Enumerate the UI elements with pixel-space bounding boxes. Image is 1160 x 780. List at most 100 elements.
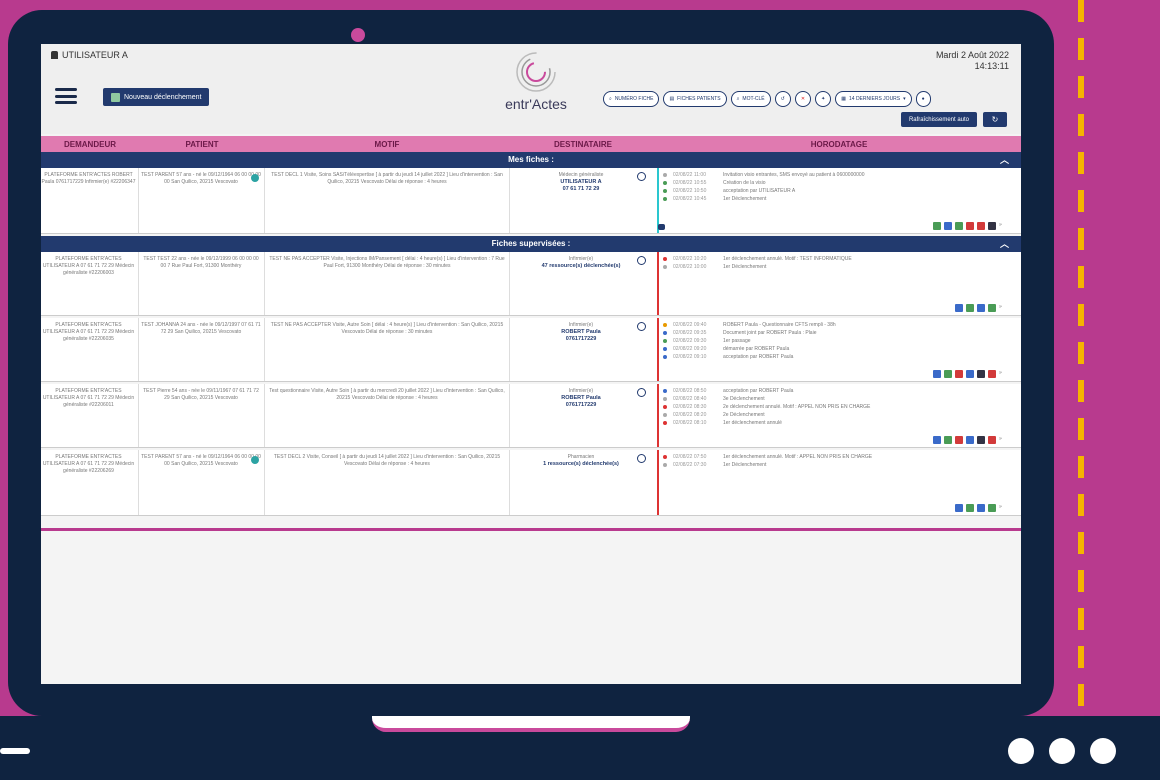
history-button[interactable]: ↺ <box>774 91 791 107</box>
row-demandeur: PLATEFORME ENTR'ACTES UTILISATEUR A 07 6… <box>42 454 135 474</box>
alert-icon[interactable] <box>988 436 996 444</box>
new-trigger-button[interactable]: Nouveau déclenchement <box>103 88 210 106</box>
calendar-check-icon[interactable] <box>988 304 996 312</box>
validate-icon[interactable] <box>637 322 646 331</box>
row-horodatage: 02/08/22 10:20 1er déclenchement annulé. … <box>663 256 1013 272</box>
edit-icon[interactable] <box>955 304 963 312</box>
validate-icon[interactable] <box>637 172 646 181</box>
calendar-icon[interactable] <box>966 436 974 444</box>
chevron-up-icon[interactable]: ︿ <box>1000 152 1009 168</box>
row-motif: TEST DECL 1 Visite, Soins SAS/Téléexpert… <box>271 172 503 185</box>
users-icon[interactable] <box>944 370 952 378</box>
users-icon[interactable] <box>955 222 963 230</box>
dot-indicator <box>1049 738 1075 764</box>
logo-icon <box>516 52 556 92</box>
search-number-button[interactable]: ⌕ NUMÉRO FICHE <box>603 91 660 107</box>
validate-icon[interactable] <box>637 454 646 463</box>
laptop-frame: UTILISATEUR A Mardi 2 Août 2022 14:13:11… <box>8 10 1054 716</box>
calendar-plus-icon <box>111 92 120 102</box>
col-horodatage: HORODATAGE <box>810 139 868 149</box>
users-icon[interactable] <box>966 504 974 512</box>
chevron-double-down-icon[interactable]: » <box>999 370 1007 378</box>
calendar-icon[interactable] <box>933 222 941 230</box>
chevron-double-down-icon[interactable]: » <box>999 504 1007 512</box>
calendar-check-icon[interactable] <box>988 504 996 512</box>
row-patient: TEST TEST 22 ans - née le 09/12/1999 06 … <box>143 256 259 269</box>
edit-icon[interactable] <box>955 504 963 512</box>
col-destinataire: DESTINATAIRE <box>554 139 612 149</box>
hamburger-menu-icon[interactable] <box>55 88 77 104</box>
calendar-clock-icon[interactable] <box>977 436 985 444</box>
table-row[interactable]: PLATEFORME ENTR'ACTES UTILISATEUR A 07 6… <box>41 252 1021 316</box>
table-row[interactable]: PLATEFORME ENTR'ACTES UTILISATEUR A 07 6… <box>41 450 1021 516</box>
calendar-remove-icon[interactable] <box>955 436 963 444</box>
row-actions: » <box>933 436 1007 444</box>
row-destinataire: Infirmier(e) 47 ressource(s) déclenchée(… <box>541 256 621 269</box>
edit-icon[interactable] <box>944 222 952 230</box>
users-icon[interactable] <box>944 436 952 444</box>
document-icon: ▤ <box>669 96 675 102</box>
refresh-icon[interactable]: ↻ <box>983 112 1007 127</box>
edit-icon[interactable] <box>933 436 941 444</box>
validate-icon[interactable] <box>637 256 646 265</box>
users-icon[interactable] <box>966 304 974 312</box>
search-icon: ⌕ <box>609 96 612 102</box>
row-demandeur: PLATEFORME ENTR'ACTES UTILISATEUR A 07 6… <box>42 256 135 276</box>
decorative-line <box>0 748 30 754</box>
user-name: UTILISATEUR A <box>62 50 128 60</box>
row-destinataire: Pharmacien 1 ressource(s) déclenchée(s) <box>543 454 619 467</box>
calendar-icon[interactable] <box>977 504 985 512</box>
row-horodatage: 02/08/22 07:50 1er déclenchement annulé. … <box>663 454 1013 470</box>
section-supervised-files[interactable]: Fiches supervisées : ︿ <box>41 236 1021 252</box>
row-horodatage: 02/08/22 08:50 acceptation par ROBERT Pau… <box>663 388 1013 428</box>
auto-refresh-button[interactable]: Rafraîchissement auto <box>900 112 977 127</box>
video-icon <box>251 174 259 182</box>
section-my-files[interactable]: Mes fiches : ︿ <box>41 152 1021 168</box>
chevron-double-down-icon[interactable]: » <box>999 222 1007 230</box>
row-actions: » <box>955 304 1007 312</box>
current-time: 14:13:11 <box>974 61 1009 71</box>
table-row[interactable]: PLATEFORME ENTR'ACTES UTILISATEUR A 07 6… <box>41 384 1021 448</box>
alert-icon[interactable] <box>988 370 996 378</box>
calendar-clock-icon[interactable] <box>977 370 985 378</box>
validate-icon[interactable] <box>637 388 646 397</box>
pin-button[interactable]: ✦ <box>815 91 832 107</box>
logo-text: entr'Actes <box>505 96 567 112</box>
row-actions: » <box>933 222 1007 230</box>
datetime: Mardi 2 Août 2022 14:13:11 <box>936 50 1009 72</box>
table-row[interactable]: PLATEFORME ENTR'ACTES ROBERT Paula 07617… <box>41 168 1021 234</box>
row-destinataire: Médecin généraliste UTILISATEUR A 07 61 … <box>558 172 604 192</box>
toolbar: ⌕ NUMÉRO FICHE ▤ FICHES PATIENTS ⌕ MOT-CLÉ … <box>603 91 931 107</box>
current-user: UTILISATEUR A <box>51 50 128 60</box>
row-actions: » <box>955 504 1007 512</box>
calendar-icon[interactable] <box>977 304 985 312</box>
chat-button[interactable]: ● <box>915 91 931 107</box>
col-demandeur: DEMANDEUR <box>64 139 116 149</box>
calendar-clock-icon[interactable] <box>988 222 996 230</box>
dot-indicator <box>1008 738 1034 764</box>
chevron-down-icon: ▾ <box>903 96 906 102</box>
row-horodatage: 02/08/22 11:00 Invitation visio entrantes… <box>663 172 1013 204</box>
user-assign-icon[interactable] <box>658 224 665 230</box>
edit-icon[interactable] <box>933 370 941 378</box>
row-patient: TEST Pierre 54 ans - née le 09/11/1967 0… <box>143 388 259 401</box>
patient-files-button[interactable]: ▤ FICHES PATIENTS <box>663 91 727 107</box>
chevron-up-icon[interactable]: ︿ <box>1000 236 1009 252</box>
dot-indicator <box>1090 738 1116 764</box>
calendar-icon[interactable] <box>966 370 974 378</box>
calendar-remove-icon[interactable] <box>966 222 974 230</box>
period-select[interactable]: ▦ 14 DERNIERS JOURS ▾ <box>835 91 912 107</box>
row-patient: TEST PARENT 57 ans - né le 09/12/1964 06… <box>141 172 261 185</box>
keyword-search-button[interactable]: ⌕ MOT-CLÉ <box>730 91 771 107</box>
chat-icon: ● <box>921 96 925 102</box>
camera-icon <box>351 28 365 42</box>
column-headers: DEMANDEUR PATIENT MOTIF DESTINATAIRE HOR… <box>41 136 1021 152</box>
col-motif: MOTIF <box>374 139 400 149</box>
row-demandeur: PLATEFORME ENTR'ACTES UTILISATEUR A 07 6… <box>42 388 135 408</box>
calendar-x-icon[interactable] <box>977 222 985 230</box>
chevron-double-down-icon[interactable]: » <box>999 436 1007 444</box>
calendar-remove-icon[interactable] <box>955 370 963 378</box>
chevron-double-down-icon[interactable]: » <box>999 304 1007 312</box>
clear-button[interactable]: ✕ <box>794 91 812 107</box>
table-row[interactable]: PLATEFORME ENTR'ACTES UTILISATEUR A 07 6… <box>41 318 1021 382</box>
